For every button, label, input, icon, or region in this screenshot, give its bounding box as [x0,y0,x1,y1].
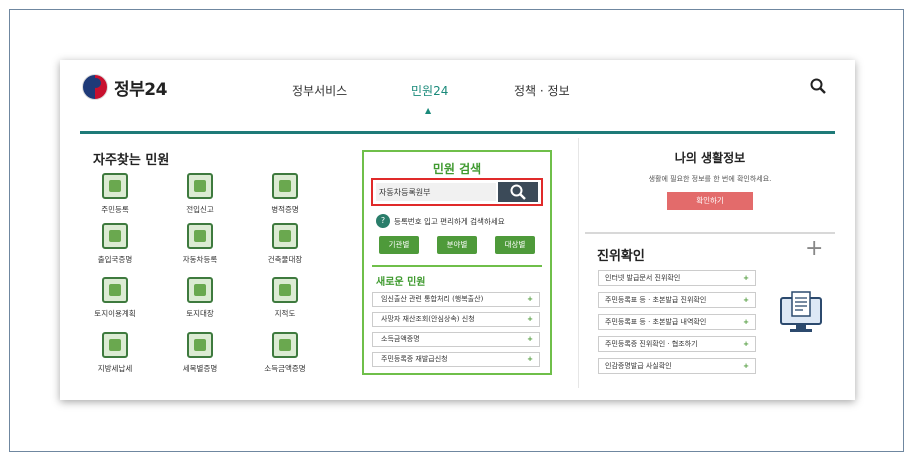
filter-by-agency-button[interactable]: 기관별 [379,236,419,254]
filter-by-field-button[interactable]: 분야별 [437,236,477,254]
tile-label: 주민등록 [101,205,129,214]
nav-policy-info[interactable]: 정책 · 정보 [514,82,570,99]
new-minwon-item[interactable]: 주민등록증 재발급신청 + [372,352,540,367]
frequent-tile[interactable]: 병적증명 [255,173,315,215]
search-icon[interactable] [810,78,826,98]
tile-label: 토지이용계획 [94,309,136,318]
nav-minwon24[interactable]: 민원24 [411,82,448,99]
verify-label: 주민등록표 등 · 초본발급 진위확인 [605,296,707,304]
verify-label: 인터넷 발급문서 진위확인 [605,274,681,282]
tile-label: 지방세납세 [97,364,133,373]
frequent-tile[interactable]: 전입신고 [170,173,230,215]
plus-icon: + [743,318,749,326]
new-minwon-label: 사망자 재산조회(안심상속) 신청 [381,315,475,323]
tile-label: 출입국증명 [97,255,133,264]
frequent-tile[interactable]: 출입국증명 [85,223,145,265]
document-icon [272,223,298,249]
frequent-tile[interactable]: 자동차등록 [170,223,230,265]
new-minwon-item[interactable]: 사망자 재산조회(안심상속) 신청 + [372,312,540,327]
tile-label: 자동차등록 [182,255,218,264]
search-box-highlight [371,178,543,206]
verify-item[interactable]: 주민등록증 진위확인 · 협조하기 + [598,336,756,352]
new-minwon-title: 새로운 민원 [376,277,426,288]
new-minwon-label: 임신출산 관련 통합처리 (행복출산) [381,295,484,303]
new-minwon-item[interactable]: 소득금액증명 + [372,332,540,347]
plus-icon: + [743,274,749,282]
plus-icon: + [527,295,533,303]
document-icon [187,173,213,199]
search-hint: ? 등록번호 입고 편리하게 검색하세요 [376,214,505,228]
taegeuk-icon [82,74,108,100]
life-info-desc: 생활에 필요한 정보를 한 번에 확인하세요. [648,175,772,183]
document-icon [187,332,213,358]
plus-icon: + [743,340,749,348]
plus-icon: + [527,335,533,343]
life-info-panel: 나의 생활정보 생활에 필요한 정보를 한 번에 확인하세요. 확인하기 [585,135,835,230]
verify-item[interactable]: 주민등록표 등 · 초본발급 내역확인 + [598,314,756,330]
more-plus-icon[interactable]: + [805,236,823,261]
frequent-tile[interactable]: 토지대장 [170,277,230,319]
logo[interactable]: 정부24 [82,74,167,100]
tile-label: 세목별증명 [182,364,218,373]
tile-label: 병적증명 [271,205,299,214]
document-icon [187,277,213,303]
frequent-tile[interactable]: 세목별증명 [170,332,230,374]
logo-text: 정부24 [114,79,167,100]
verify-label: 인감증명발급 사실확인 [605,362,672,370]
frequent-tile[interactable]: 주민등록 [85,173,145,215]
frequent-tile[interactable]: 소득금액증명 [255,332,315,374]
plus-icon: + [527,315,533,323]
verify-label: 주민등록증 진위확인 · 협조하기 [605,340,698,348]
frequent-tile[interactable]: 건축물대장 [255,223,315,265]
tile-label: 지적도 [274,309,296,318]
life-info-check-button[interactable]: 확인하기 [667,192,753,210]
frequent-tile[interactable]: 토지이용계획 [85,277,145,319]
document-icon [272,277,298,303]
panel-divider [372,265,542,267]
frequent-tile[interactable]: 지방세납세 [85,332,145,374]
new-minwon-label: 소득금액증명 [381,335,420,343]
column-divider [578,138,579,388]
verify-title: 진위확인 [597,249,645,264]
active-caret-icon: ▲ [425,106,432,115]
search-panel-title: 민원 검색 [432,162,482,176]
question-icon: ? [376,214,390,228]
verify-label: 주민등록표 등 · 초본발급 내역확인 [605,318,707,326]
filter-by-target-button[interactable]: 대상별 [495,236,535,254]
frequent-title: 자주찾는 민원 [93,153,170,168]
frequent-tile[interactable]: 지적도 [255,277,315,319]
search-icon [510,184,526,200]
document-icon [102,173,128,199]
plus-icon: + [527,355,533,363]
document-icon [102,332,128,358]
search-hint-text: 등록번호 입고 편리하게 검색하세요 [394,216,505,226]
document-icon [272,173,298,199]
verify-item[interactable]: 인감증명발급 사실확인 + [598,358,756,374]
document-monitor-icon [780,291,822,332]
plus-icon: + [743,362,749,370]
document-icon [102,277,128,303]
nav-gov-services[interactable]: 정부서비스 [292,82,347,99]
life-info-title: 나의 생활정보 [674,151,746,165]
document-icon [187,223,213,249]
verify-item[interactable]: 주민등록표 등 · 초본발급 진위확인 + [598,292,756,308]
tile-label: 전입신고 [186,205,214,214]
tile-label: 건축물대장 [267,255,303,264]
verify-item[interactable]: 인터넷 발급문서 진위확인 + [598,270,756,286]
new-minwon-label: 주민등록증 재발급신청 [381,355,448,363]
gov24-page: 정부24 정부서비스 민원24 ▲ 정책 · 정보 자주찾는 민원 주민등록 전입… [60,60,855,400]
right-divider [585,232,835,234]
search-button[interactable] [498,182,538,202]
minwon-search-panel: 민원 검색 ? 등록번호 입고 편리하게 검색하세요 기관별 분야별 대상별 새… [362,150,552,375]
document-icon [102,223,128,249]
header-divider [80,131,835,134]
plus-icon: + [743,296,749,304]
document-icon [272,332,298,358]
search-input[interactable] [376,183,496,201]
tile-label: 토지대장 [186,309,214,318]
new-minwon-item[interactable]: 임신출산 관련 통합처리 (행복출산) + [372,292,540,307]
tile-label: 소득금액증명 [264,364,306,373]
